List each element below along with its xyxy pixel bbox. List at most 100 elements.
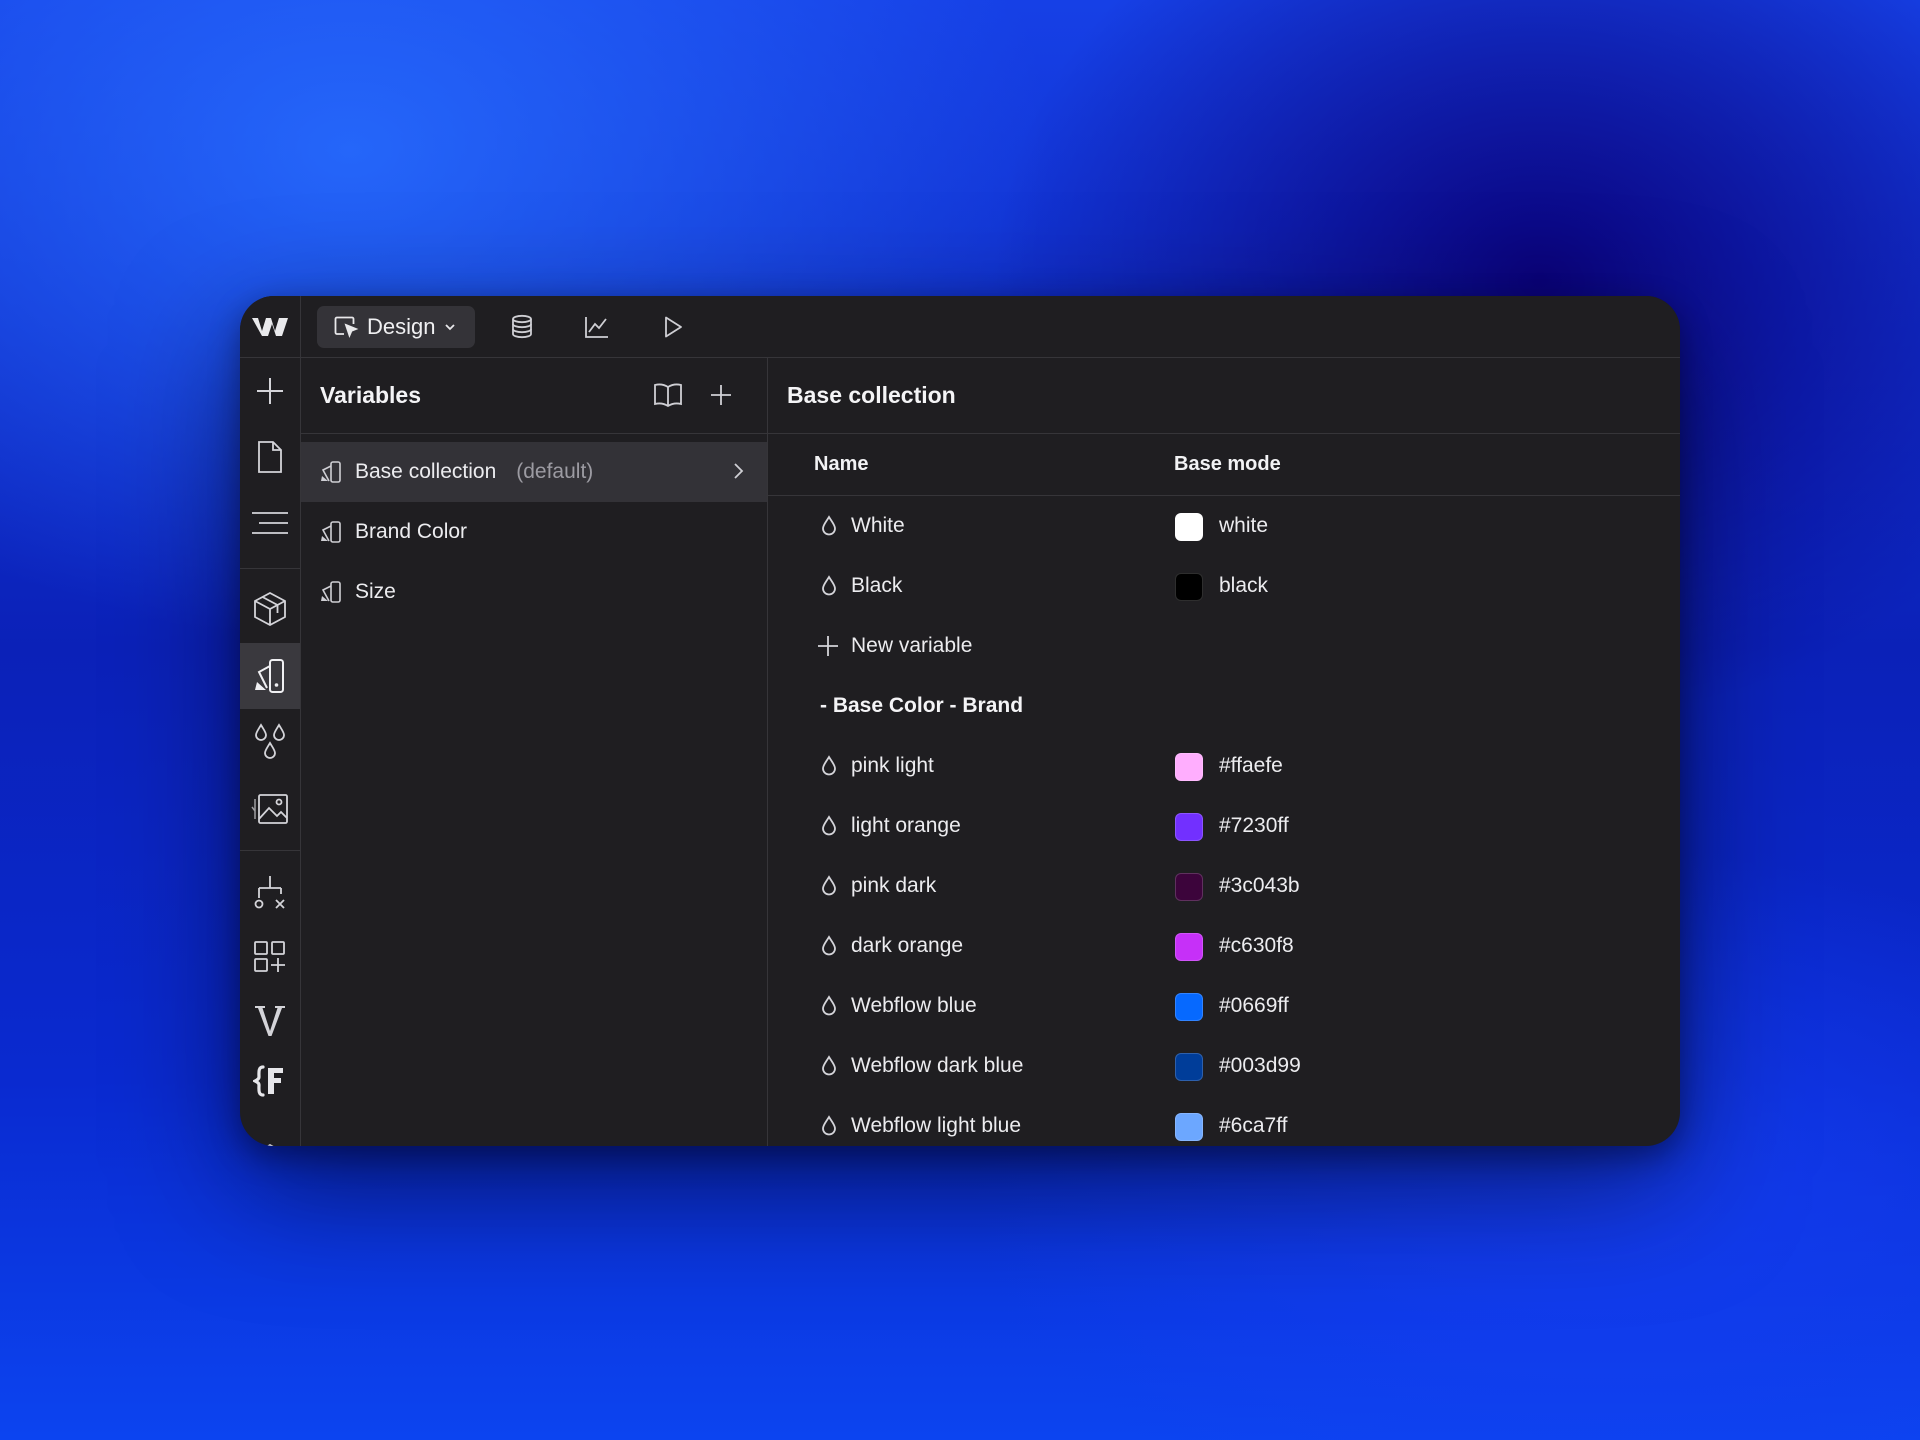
variable-row[interactable]: Webflow dark blue #003d99 — [768, 1036, 1680, 1096]
collection-label: Size — [355, 580, 396, 603]
variable-value: #003d99 — [1219, 1054, 1301, 1077]
plus-icon — [254, 375, 286, 407]
chart-icon[interactable] — [580, 310, 614, 344]
variable-value: black — [1219, 574, 1269, 597]
variable-row[interactable]: Black black — [768, 556, 1680, 616]
plus-icon — [816, 634, 840, 658]
column-header-name[interactable]: Name — [814, 453, 868, 476]
assets-button[interactable] — [240, 777, 300, 837]
apps-button[interactable] — [240, 927, 300, 987]
logic-button[interactable] — [240, 863, 300, 923]
v-icon — [254, 1004, 286, 1038]
collection-item[interactable]: Size — [301, 562, 767, 622]
mode-dropdown-button[interactable]: Design — [317, 306, 475, 348]
collection-label: Base collection — [355, 460, 497, 483]
logic-icon — [252, 874, 288, 912]
variable-row[interactable]: pink dark #3c043b — [768, 856, 1680, 916]
collection-icon — [319, 460, 343, 484]
collection-item[interactable]: Brand Color — [301, 502, 767, 562]
color-drop-icon — [820, 1055, 838, 1077]
collection-item[interactable]: Base collection (default) — [301, 442, 767, 502]
color-swatch[interactable] — [1175, 513, 1203, 541]
color-drop-icon — [820, 935, 838, 957]
partial-app-icon — [255, 1132, 285, 1146]
column-header-base-mode[interactable]: Base mode — [1174, 453, 1281, 476]
chevron-right-icon — [731, 461, 745, 481]
v-app-button[interactable] — [240, 991, 300, 1051]
new-variable-label: New variable — [851, 634, 973, 657]
pages-button[interactable] — [240, 427, 300, 487]
color-swatch[interactable] — [1175, 1113, 1203, 1141]
variable-name: pink light — [851, 754, 934, 777]
variable-row[interactable]: pink light #ffaefe — [768, 736, 1680, 796]
variable-value: #3c043b — [1219, 874, 1300, 897]
top-bar: Design — [240, 296, 1680, 358]
color-drop-icon — [820, 875, 838, 897]
variable-value: #ffaefe — [1219, 754, 1283, 777]
variable-name: Webflow dark blue — [851, 1054, 1024, 1077]
collection-table-area: Base collection Name Base mode White whit… — [768, 357, 1680, 1146]
designer-window: Design Variables Base collection (defaul… — [240, 296, 1680, 1146]
collection-default-tag: (default) — [516, 460, 594, 483]
variable-name: Black — [851, 574, 903, 597]
collection-header: Base collection — [768, 357, 1680, 434]
group-variables-list: pink light #ffaefe light orange #7230ff pink… — [768, 736, 1680, 1146]
add-elements-button[interactable] — [240, 361, 300, 421]
color-drop-icon — [820, 515, 838, 537]
new-variable-button[interactable]: New variable — [768, 616, 1680, 676]
variable-name: Webflow light blue — [851, 1114, 1022, 1137]
color-swatch[interactable] — [1175, 993, 1203, 1021]
rail-divider — [240, 568, 300, 569]
brackets-f-icon — [253, 1064, 287, 1098]
group-label: - Base Color - Brand — [820, 694, 1024, 717]
left-toolbar — [240, 357, 301, 1146]
variable-row[interactable]: dark orange #c630f8 — [768, 916, 1680, 976]
color-drop-icon — [820, 995, 838, 1017]
chevron-down-icon — [443, 320, 457, 334]
color-swatch[interactable] — [1175, 573, 1203, 601]
collection-title: Base collection — [787, 382, 956, 408]
variable-name: pink dark — [851, 874, 937, 897]
more-apps-button[interactable] — [240, 1117, 300, 1146]
variable-value: #c630f8 — [1219, 934, 1294, 957]
color-swatch[interactable] — [1175, 1053, 1203, 1081]
variables-button[interactable] — [240, 643, 300, 709]
components-button[interactable] — [240, 579, 300, 639]
mode-label: Design — [367, 314, 436, 339]
variable-row[interactable]: light orange #7230ff — [768, 796, 1680, 856]
database-icon[interactable] — [505, 310, 539, 344]
variable-value: #7230ff — [1219, 814, 1289, 837]
f-app-button[interactable] — [240, 1051, 300, 1111]
variable-name: light orange — [851, 814, 961, 837]
variable-group-header[interactable]: - Base Color - Brand — [768, 676, 1680, 736]
variables-icon — [253, 658, 287, 694]
variable-row[interactable]: Webflow light blue #6ca7ff — [768, 1096, 1680, 1146]
swatches-button[interactable] — [240, 713, 300, 773]
variable-row[interactable]: White white — [768, 496, 1680, 556]
collection-label: Brand Color — [355, 520, 468, 543]
play-icon[interactable] — [656, 310, 690, 344]
color-swatch[interactable] — [1175, 753, 1203, 781]
swatches-icon — [252, 723, 288, 763]
color-swatch[interactable] — [1175, 813, 1203, 841]
page-icon — [257, 440, 283, 474]
variables-panel-header: Variables — [301, 357, 767, 434]
table-header-row: Name Base mode — [768, 434, 1680, 496]
panel-title: Variables — [320, 382, 422, 408]
variable-row[interactable]: Webflow blue #0669ff — [768, 976, 1680, 1036]
color-swatch[interactable] — [1175, 933, 1203, 961]
navigator-button[interactable] — [240, 493, 300, 553]
color-swatch[interactable] — [1175, 873, 1203, 901]
variable-value: white — [1219, 514, 1269, 537]
variable-name: White — [851, 514, 905, 537]
variables-list: White white Black black — [768, 496, 1680, 616]
collection-icon — [319, 520, 343, 544]
add-collection-icon[interactable] — [705, 379, 737, 411]
rail-divider — [240, 850, 300, 851]
variable-name: Webflow blue — [851, 994, 977, 1017]
variable-value: #0669ff — [1219, 994, 1289, 1017]
assets-icon — [251, 789, 289, 825]
variable-name: dark orange — [851, 934, 964, 957]
webflow-logo[interactable] — [240, 296, 301, 357]
docs-book-icon[interactable] — [652, 379, 684, 411]
